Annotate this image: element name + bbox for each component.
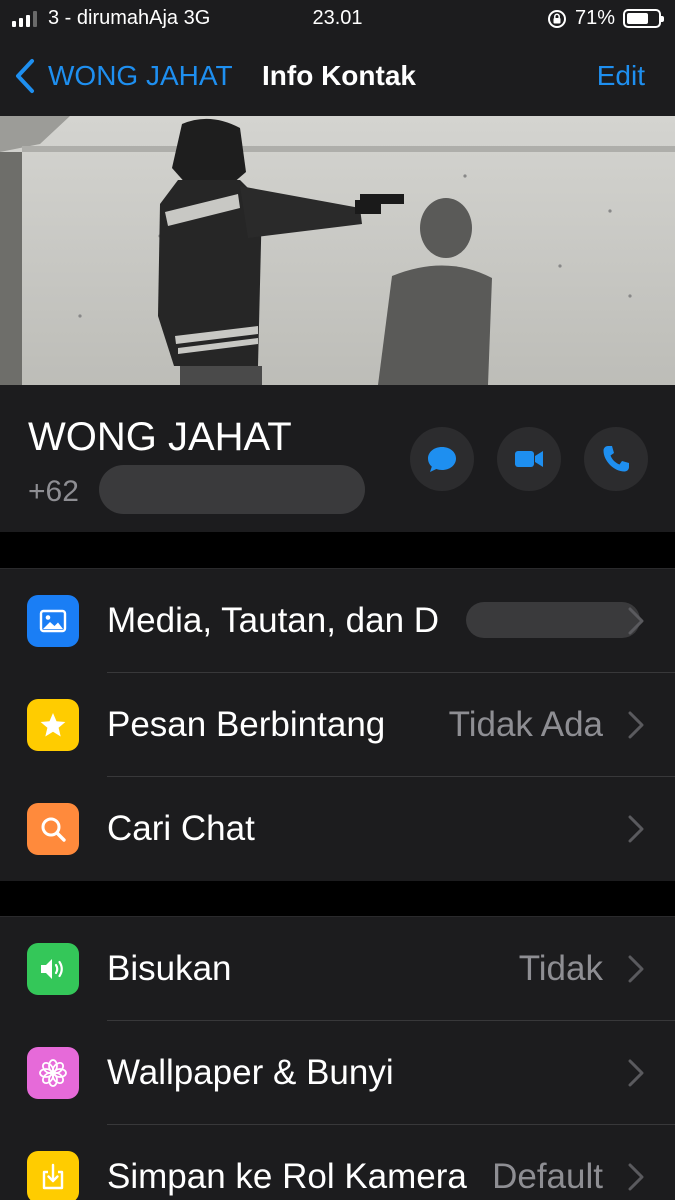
row-value: Tidak Ada [448, 705, 603, 744]
rotation-lock-icon [547, 9, 566, 28]
search-icon [27, 803, 79, 855]
battery-level [627, 13, 648, 24]
contact-phone[interactable]: +62 [28, 475, 79, 509]
row-label: Cari Chat [107, 809, 255, 848]
profile-photo[interactable] [0, 116, 675, 385]
media-group: Media, Tautan, dan D Pesan Berbintang Ti… [0, 568, 675, 881]
row-value: Tidak [518, 949, 603, 988]
voice-call-button[interactable] [584, 427, 648, 491]
message-button[interactable] [410, 427, 474, 491]
download-icon [27, 1151, 79, 1200]
row-save-to-camera-roll[interactable]: Simpan ke Rol Kamera Default [0, 1125, 675, 1200]
battery-percent: 71% [574, 7, 615, 29]
row-value: Default [492, 1157, 603, 1196]
page-title: Info Kontak [262, 60, 416, 91]
chevron-right-icon [628, 607, 644, 635]
row-label: Bisukan [107, 949, 232, 988]
chevron-right-icon [628, 1163, 644, 1191]
row-label: Simpan ke Rol Kamera [107, 1157, 467, 1196]
profile-photo-image [0, 116, 675, 385]
row-label: Media, Tautan, dan D [107, 601, 440, 640]
chevron-right-icon [628, 711, 644, 739]
contact-info-screen: 3 - dirumahAja 3G 23.01 71% WONG JAHAT I… [0, 0, 675, 1200]
video-call-button[interactable] [497, 427, 561, 491]
row-starred-messages[interactable]: Pesan Berbintang Tidak Ada [0, 673, 675, 777]
row-label: Pesan Berbintang [107, 705, 386, 744]
message-icon [428, 447, 456, 472]
navigation-bar: WONG JAHAT Info Kontak Edit [0, 40, 675, 116]
settings-group: Bisukan Tidak Wallpaper & Bunyi Simpan k… [0, 916, 675, 1200]
flower-icon [27, 1047, 79, 1099]
back-button[interactable]: WONG JAHAT [14, 56, 233, 96]
photo-icon [27, 595, 79, 647]
label-redaction [466, 602, 640, 638]
chevron-right-icon [628, 955, 644, 983]
star-icon [27, 699, 79, 751]
row-wallpaper-sound[interactable]: Wallpaper & Bunyi [0, 1021, 675, 1125]
contact-name: WONG JAHAT [28, 415, 292, 459]
row-label: Wallpaper & Bunyi [107, 1053, 394, 1092]
back-label: WONG JAHAT [48, 60, 233, 91]
edit-button[interactable]: Edit [597, 60, 645, 92]
battery-icon [623, 9, 664, 28]
chevron-right-icon [628, 1059, 644, 1087]
phone-call-icon [603, 446, 629, 472]
chevron-left-icon [16, 59, 34, 93]
phone-number-redaction [99, 465, 365, 514]
speaker-icon [27, 943, 79, 995]
row-media-links-docs[interactable]: Media, Tautan, dan D [0, 569, 675, 673]
status-bar: 3 - dirumahAja 3G 23.01 71% [0, 0, 675, 40]
contact-header: WONG JAHAT +62 [0, 385, 675, 532]
row-mute[interactable]: Bisukan Tidak [0, 917, 675, 1021]
row-search-chat[interactable]: Cari Chat [0, 777, 675, 881]
video-call-icon [515, 451, 543, 467]
chevron-right-icon [628, 815, 644, 843]
